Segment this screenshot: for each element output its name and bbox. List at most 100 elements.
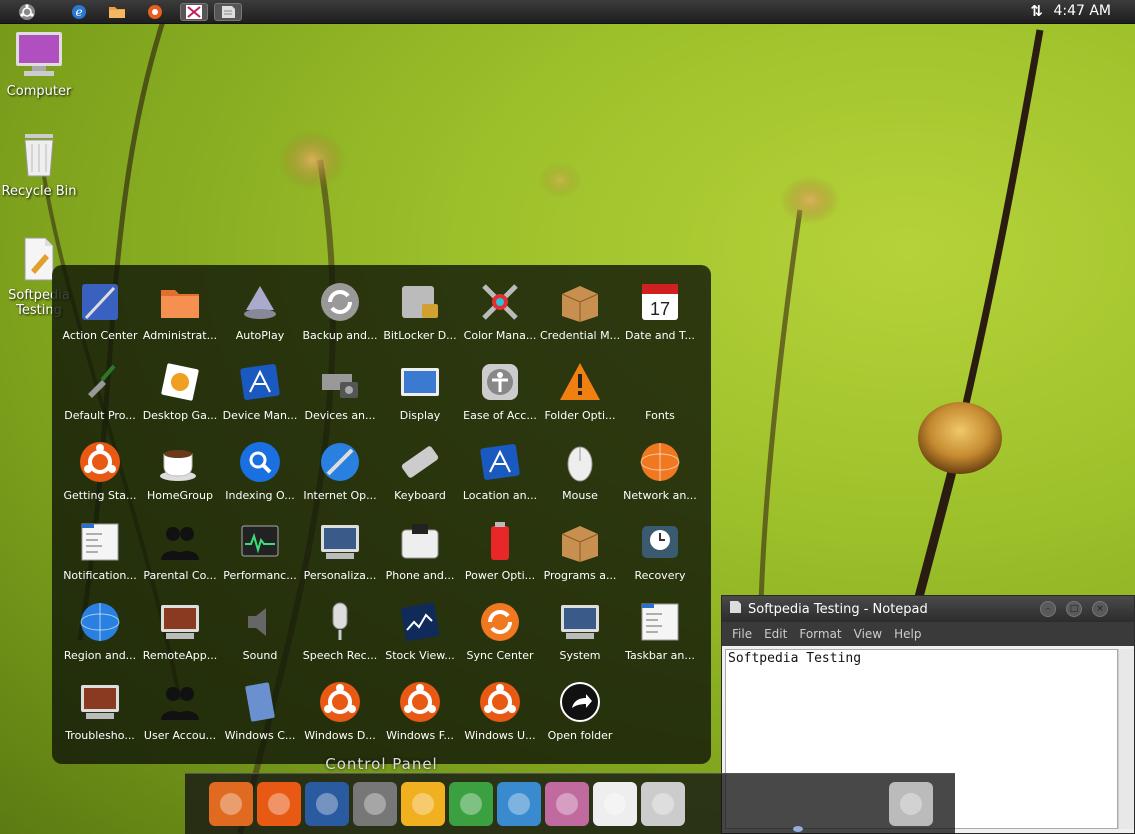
control-panel-item[interactable]: Default Pro... (60, 357, 140, 437)
default-programs-icon (77, 359, 123, 405)
control-panel-item[interactable]: Device Man... (220, 357, 300, 437)
internet-explorer-icon[interactable]: e (68, 3, 90, 21)
control-panel-item[interactable]: Indexing O... (220, 437, 300, 517)
color-management-icon (477, 279, 523, 325)
control-panel-item[interactable]: Folder Opti... (540, 357, 620, 437)
control-panel-item-label: Sync Center (466, 649, 534, 662)
paint-icon[interactable] (305, 782, 349, 826)
mouse-icon (557, 439, 603, 485)
control-panel-item[interactable]: Stock View... (380, 597, 460, 677)
control-panel-item[interactable]: Mouse (540, 437, 620, 517)
trash-icon[interactable] (889, 782, 933, 826)
control-panel-item[interactable]: Devices an... (300, 357, 380, 437)
control-panel-item[interactable]: Administrat... (140, 277, 220, 357)
users-icon[interactable] (401, 782, 445, 826)
control-panel-item[interactable]: Region and... (60, 597, 140, 677)
menu-view[interactable]: View (854, 627, 882, 641)
vertical-scrollbar[interactable] (1118, 649, 1134, 829)
control-panel-item-label: Personaliza... (303, 569, 377, 582)
control-panel-item[interactable]: Performanc... (220, 517, 300, 597)
control-panel-item[interactable]: Sound (220, 597, 300, 677)
control-panel-item-label: Region and... (63, 649, 137, 662)
speaker-icon (237, 599, 283, 645)
control-panel-item[interactable]: Backup and... (300, 277, 380, 357)
control-panel-item[interactable]: Programs a... (540, 517, 620, 597)
paint-palette-icon[interactable] (545, 782, 589, 826)
ubuntu-logo-icon[interactable] (16, 3, 38, 21)
control-panel-item[interactable]: Recovery (620, 517, 700, 597)
gear-icon[interactable] (353, 782, 397, 826)
control-panel-item[interactable]: Windows U... (460, 677, 540, 757)
notepad-titlebar[interactable]: Softpedia Testing - Notepad – □ × (722, 596, 1134, 622)
maximize-button[interactable]: □ (1066, 601, 1082, 617)
control-panel-item[interactable]: Fonts (620, 357, 700, 437)
control-panel-item[interactable]: Credential M... (540, 277, 620, 357)
open-folder-icon (557, 679, 603, 725)
calculator-icon[interactable] (641, 782, 685, 826)
control-panel-item-label: AutoPlay (235, 329, 285, 342)
desktop-icon-label: Recycle Bin (1, 184, 77, 199)
control-panel-item[interactable]: System (540, 597, 620, 677)
control-panel-item[interactable]: Windows C... (220, 677, 300, 757)
control-panel-item[interactable]: User Accou... (140, 677, 220, 757)
control-panel-item-label: Location an... (462, 489, 538, 502)
menu-file[interactable]: File (732, 627, 752, 641)
firefox-icon[interactable] (209, 782, 253, 826)
control-panel-item[interactable]: RemoteApp... (140, 597, 220, 677)
control-panel-item[interactable]: Network an... (620, 437, 700, 517)
top-panel: e ⇅ 4:47 AM (0, 0, 1135, 24)
location-icon (477, 439, 523, 485)
control-panel-item-label: Parental Co... (143, 569, 217, 582)
control-panel-item[interactable]: Phone and... (380, 517, 460, 597)
control-panel-item-label: Device Man... (222, 409, 298, 422)
menu-help[interactable]: Help (894, 627, 921, 641)
control-panel-item[interactable]: AutoPlay (220, 277, 300, 357)
control-panel-item[interactable]: Keyboard (380, 437, 460, 517)
clock[interactable]: 4:47 AM (1053, 3, 1111, 19)
menu-edit[interactable]: Edit (764, 627, 787, 641)
control-panel-item[interactable]: 17 Date and T... (620, 277, 700, 357)
control-panel-item[interactable]: Power Opti... (460, 517, 540, 597)
control-panel-item[interactable]: Speech Rec... (300, 597, 380, 677)
itunes-icon[interactable] (497, 782, 541, 826)
sync-icon (477, 599, 523, 645)
control-panel-item[interactable]: Windows D... (300, 677, 380, 757)
control-panel-item-label: Internet Op... (303, 489, 377, 502)
control-panel-item[interactable]: Color Mana... (460, 277, 540, 357)
media-player-icon[interactable] (144, 3, 166, 21)
control-panel-item[interactable]: Desktop Ga... (140, 357, 220, 437)
control-panel-item[interactable]: Personaliza... (300, 517, 380, 597)
paint-icon[interactable] (180, 2, 208, 21)
notepad-icon[interactable] (214, 2, 242, 21)
control-panel-item-label: Date and T... (625, 329, 695, 342)
performance-icon (237, 519, 283, 565)
control-panel-item[interactable]: Parental Co... (140, 517, 220, 597)
chrome-icon[interactable] (449, 782, 493, 826)
folder-icon[interactable] (106, 3, 128, 21)
network-icon[interactable]: ⇅ (1030, 2, 1043, 20)
control-panel-item[interactable]: Troublesho... (60, 677, 140, 757)
ubuntu-logo-icon[interactable] (257, 782, 301, 826)
control-panel-item[interactable]: Getting Sta... (60, 437, 140, 517)
close-button[interactable]: × (1092, 601, 1108, 617)
menu-format[interactable]: Format (799, 627, 841, 641)
control-panel-item[interactable]: Location an... (460, 437, 540, 517)
control-panel-item[interactable]: Open folder (540, 677, 620, 757)
notepad-icon[interactable] (593, 782, 637, 826)
minimize-button[interactable]: – (1040, 601, 1056, 617)
control-panel-item[interactable]: Action Center (60, 277, 140, 357)
control-panel-item[interactable]: Ease of Acc... (460, 357, 540, 437)
control-panel-item[interactable]: HomeGroup (140, 437, 220, 517)
control-panel-item[interactable]: Sync Center (460, 597, 540, 677)
svg-text:e: e (75, 5, 82, 19)
control-panel-item[interactable]: Internet Op... (300, 437, 380, 517)
control-panel-item[interactable]: Taskbar an... (620, 597, 700, 677)
control-panel-item[interactable]: Windows F... (380, 677, 460, 757)
control-panel-item[interactable]: Notification... (60, 517, 140, 597)
control-panel-item[interactable]: Display (380, 357, 460, 437)
control-panel-item[interactable]: BitLocker D... (380, 277, 460, 357)
desktop-icon-recycle-bin[interactable]: Recycle Bin (0, 132, 78, 199)
remote-desktop-icon (157, 599, 203, 645)
desktop-icon-computer[interactable]: Computer (0, 30, 78, 99)
control-panel-item-label: System (559, 649, 601, 662)
